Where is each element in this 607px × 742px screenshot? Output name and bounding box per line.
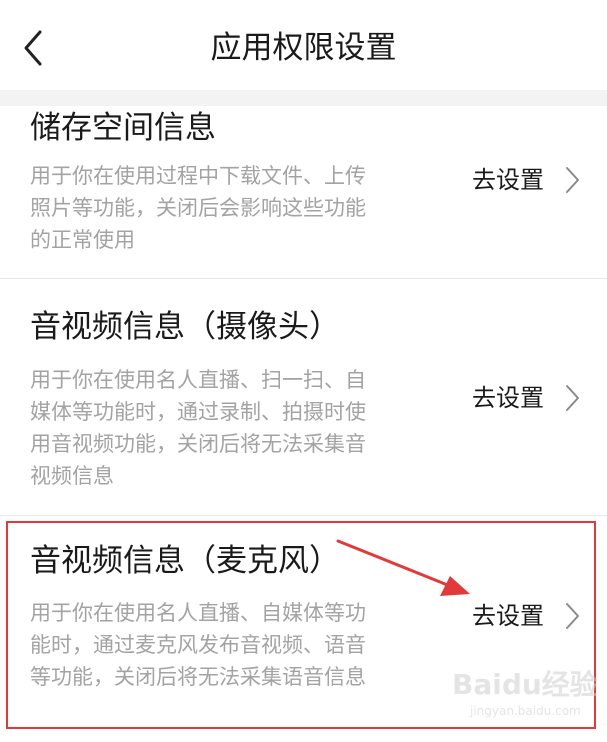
chevron-right-icon[interactable] [562, 165, 582, 195]
go-settings-link[interactable]: 去设置 [472, 163, 544, 197]
chevron-right-icon[interactable] [562, 383, 582, 413]
section-divider [0, 90, 607, 106]
description-line: 用于你在使用过程中下载文件、上传 [30, 164, 366, 188]
description-line: 照片等功能，关闭后会影响这些功能 [30, 196, 366, 220]
permission-item-storage[interactable]: 储存空间信息 用于你在使用过程中下载文件、上传 照片等功能，关闭后会影响这些功能… [0, 106, 607, 279]
watermark-logo: Baidu经验 jingyan.baidu.com [452, 668, 598, 728]
description-line: 用音视频功能，关闭后将无法采集音 [30, 432, 366, 456]
watermark-text: Baidu经验 [452, 668, 598, 701]
description-line: 用于你在使用名人直播、扫一扫、自 [30, 368, 366, 392]
description-line: 的正常使用 [30, 228, 135, 252]
go-settings-link[interactable]: 去设置 [472, 381, 544, 415]
item-title: 储存空间信息 [30, 110, 216, 146]
item-description: 用于你在使用名人直播、扫一扫、自 媒体等功能时，通过录制、拍摄时使 用音视频功能… [30, 364, 440, 492]
description-line: 视频信息 [30, 464, 114, 488]
permission-item-camera[interactable]: 音视频信息（摄像头） 用于你在使用名人直播、扫一扫、自 媒体等功能时，通过录制、… [0, 280, 607, 516]
description-line: 媒体等功能时，通过录制、拍摄时使 [30, 400, 366, 424]
item-title: 音视频信息（摄像头） [30, 309, 340, 345]
page-title: 应用权限设置 [210, 30, 397, 66]
watermark-url: jingyan.baidu.com [470, 704, 581, 718]
top-bar: 应用权限设置 [0, 0, 607, 90]
item-description: 用于你在使用过程中下载文件、上传 照片等功能，关闭后会影响这些功能 的正常使用 [30, 160, 440, 256]
